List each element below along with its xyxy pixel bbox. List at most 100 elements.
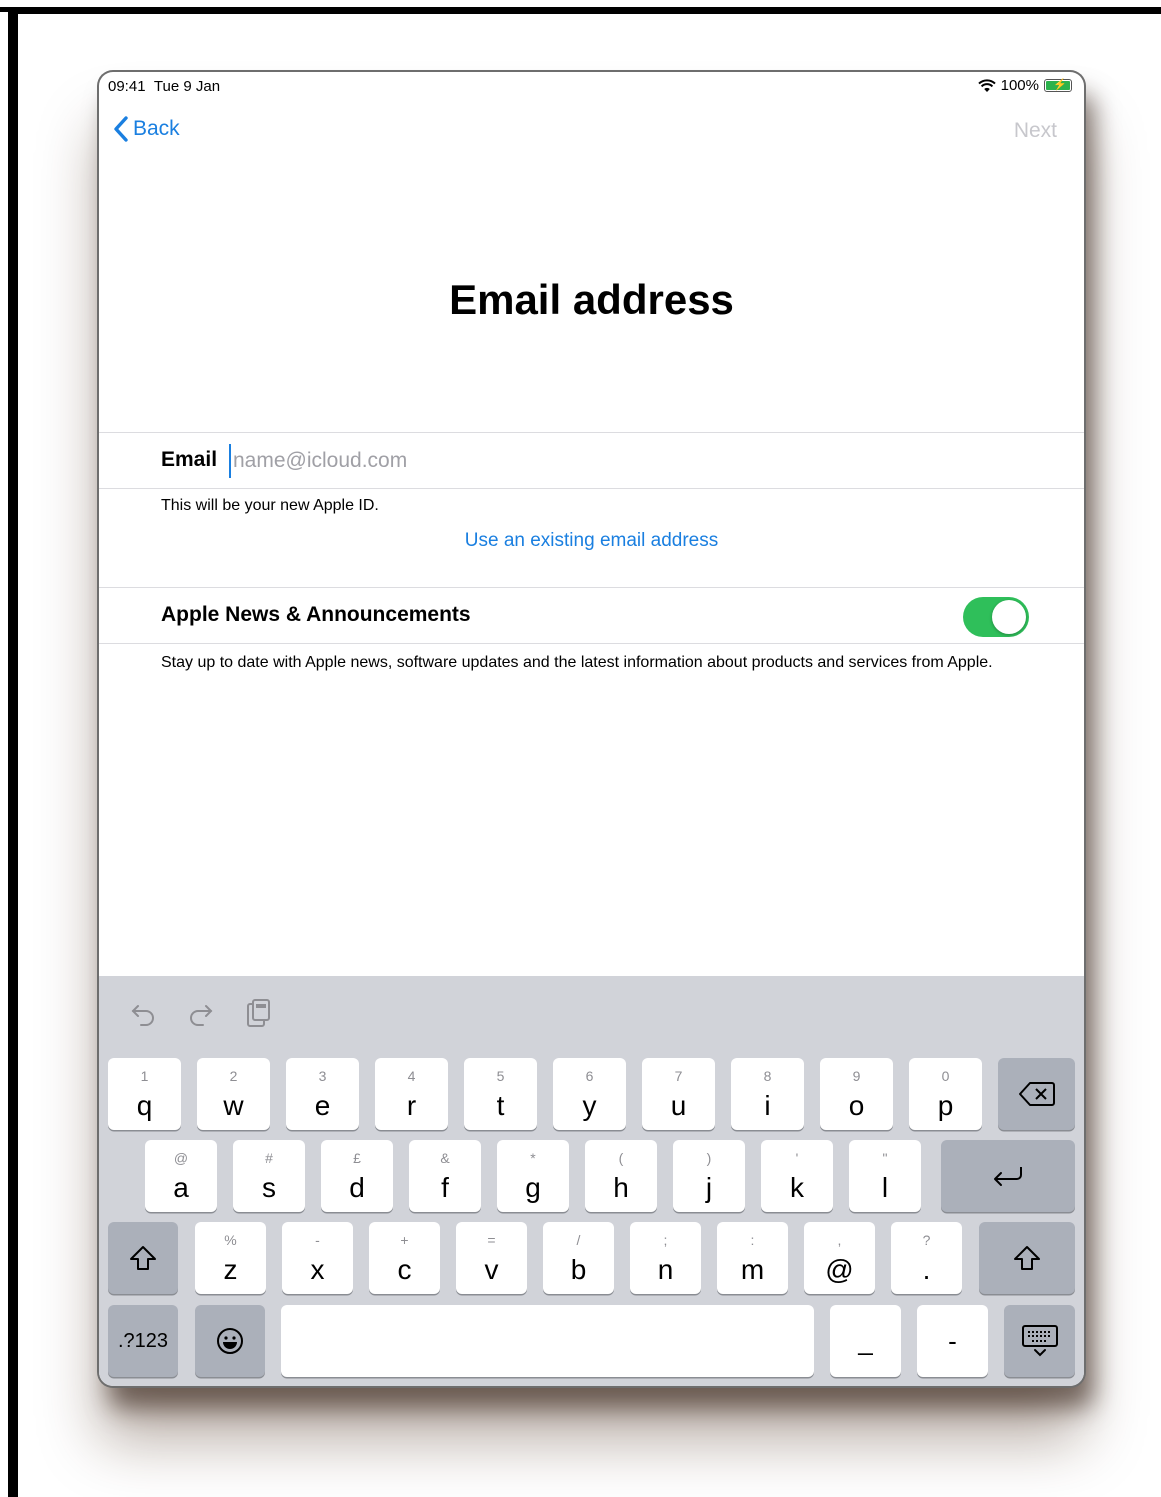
key-v[interactable]: = v — [456, 1222, 527, 1294]
key-char: h — [613, 1172, 629, 1203]
key-n[interactable]: ; n — [630, 1222, 701, 1294]
key-k[interactable]: ' k — [761, 1140, 833, 1212]
key-char: i — [764, 1090, 771, 1121]
key-hint-char: ? — [922, 1232, 931, 1248]
key-b[interactable]: / b — [543, 1222, 614, 1294]
news-description: Stay up to date with Apple news, softwar… — [161, 654, 993, 671]
key-hint-char: 1 — [140, 1068, 149, 1084]
key-z[interactable]: % z — [195, 1222, 266, 1294]
key-h[interactable]: (h — [585, 1140, 657, 1212]
paste-icon[interactable] — [243, 996, 273, 1030]
back-button[interactable]: Back — [113, 116, 180, 142]
key-q[interactable]: 1q — [108, 1058, 181, 1130]
news-toggle[interactable] — [963, 597, 1029, 637]
space-bar[interactable] — [281, 1305, 814, 1377]
key-char: r — [406, 1090, 417, 1121]
divider — [99, 432, 1084, 433]
key-char: l — [881, 1172, 889, 1203]
key-d[interactable]: £ d — [321, 1140, 393, 1212]
battery-icon: ⚡ — [1044, 79, 1072, 92]
keyboard-dismiss-icon — [1021, 1325, 1058, 1357]
key-char: c — [397, 1254, 412, 1285]
key-x[interactable]: -x — [282, 1222, 353, 1294]
key-char: z — [223, 1254, 238, 1285]
key-w[interactable]: 2w — [197, 1058, 270, 1130]
keyboard: 1q2w3e4r5t6y7u8i9o0p @ a # s £ d & f * g(h) j ' k " l … — [99, 976, 1084, 1386]
hide-keyboard-key[interactable] — [1004, 1305, 1075, 1377]
key-char: n — [657, 1254, 674, 1285]
key-hint-char: 0 — [941, 1068, 950, 1084]
key-hint-char: ' — [795, 1150, 799, 1166]
key-hint-char: ( — [618, 1150, 624, 1166]
email-field[interactable] — [229, 444, 735, 478]
wifi-icon — [977, 78, 996, 92]
key-char: y — [582, 1090, 597, 1121]
key-char: b — [570, 1254, 587, 1285]
key-at[interactable]: , @ — [804, 1222, 875, 1294]
divider — [99, 587, 1084, 588]
key-g[interactable]: * g — [497, 1140, 569, 1212]
key-char: q — [136, 1090, 153, 1121]
apple-id-hint: This will be your new Apple ID. — [161, 497, 379, 514]
return-icon — [994, 1167, 1022, 1186]
divider — [99, 488, 1084, 489]
key-u[interactable]: 7u — [642, 1058, 715, 1130]
key-j[interactable]: ) j — [673, 1140, 745, 1212]
underscore-key[interactable]: _ — [830, 1305, 901, 1377]
key-char: @ — [825, 1254, 854, 1285]
status-right: 100% ⚡ — [977, 77, 1072, 94]
key-hint-char: : — [750, 1232, 755, 1248]
key-hint-char: + — [400, 1232, 409, 1248]
redo-icon[interactable] — [185, 996, 215, 1030]
backspace-key[interactable] — [998, 1058, 1075, 1130]
return-key[interactable] — [941, 1140, 1075, 1212]
key-m[interactable]: :m — [717, 1222, 788, 1294]
key-hint-char: 6 — [585, 1068, 594, 1084]
toggle-knob — [992, 600, 1026, 634]
key-hint-char: , — [837, 1232, 842, 1248]
key-char: o — [848, 1090, 865, 1121]
key-p[interactable]: 0p — [909, 1058, 982, 1130]
next-button[interactable]: Next — [1014, 119, 1057, 143]
key-s[interactable]: # s — [233, 1140, 305, 1212]
key-hint-char: & — [440, 1150, 450, 1166]
key-char: k — [790, 1172, 804, 1203]
key-hint-char: @ — [173, 1150, 189, 1166]
undo-icon[interactable] — [129, 996, 159, 1030]
key-char: s — [262, 1172, 276, 1203]
key-c[interactable]: + c — [369, 1222, 440, 1294]
key-char: p — [937, 1090, 954, 1121]
key-char: j — [705, 1172, 713, 1203]
key-hint-char: " — [882, 1150, 888, 1166]
key-period[interactable]: ?. — [891, 1222, 962, 1294]
emoji-icon — [217, 1328, 243, 1354]
key-hint-char: 8 — [763, 1068, 772, 1084]
key-char: g — [525, 1172, 541, 1203]
key-hint-char: 3 — [318, 1068, 327, 1084]
key-hint-char: 2 — [229, 1068, 238, 1084]
key-a[interactable]: @ a — [145, 1140, 217, 1212]
dash-key[interactable]: - — [917, 1305, 988, 1377]
numbers-key-label: .?123 — [117, 1329, 169, 1352]
key-e[interactable]: 3e — [286, 1058, 359, 1130]
key-f[interactable]: & f — [409, 1140, 481, 1212]
use-existing-email-link[interactable]: Use an existing email address — [99, 530, 1084, 552]
numbers-key[interactable]: .?123 — [108, 1305, 178, 1377]
key-t[interactable]: 5t — [464, 1058, 537, 1130]
status-time-date: 09:41 Tue 9 Jan — [108, 78, 221, 95]
shift-key-right[interactable] — [979, 1222, 1075, 1294]
delete-icon — [1018, 1082, 1055, 1106]
key-hint-char: * — [530, 1150, 536, 1166]
key-hint-char: # — [265, 1150, 273, 1166]
key-char: v — [484, 1254, 499, 1285]
shift-icon — [1014, 1246, 1040, 1270]
key-l[interactable]: " l — [849, 1140, 921, 1212]
key-char: x — [310, 1254, 325, 1285]
key-o[interactable]: 9o — [820, 1058, 893, 1130]
status-bar: 09:41 Tue 9 Jan 100% ⚡ — [99, 72, 1084, 100]
shift-key-left[interactable] — [108, 1222, 178, 1294]
key-r[interactable]: 4r — [375, 1058, 448, 1130]
key-i[interactable]: 8i — [731, 1058, 804, 1130]
key-y[interactable]: 6y — [553, 1058, 626, 1130]
emoji-key[interactable] — [195, 1305, 265, 1377]
